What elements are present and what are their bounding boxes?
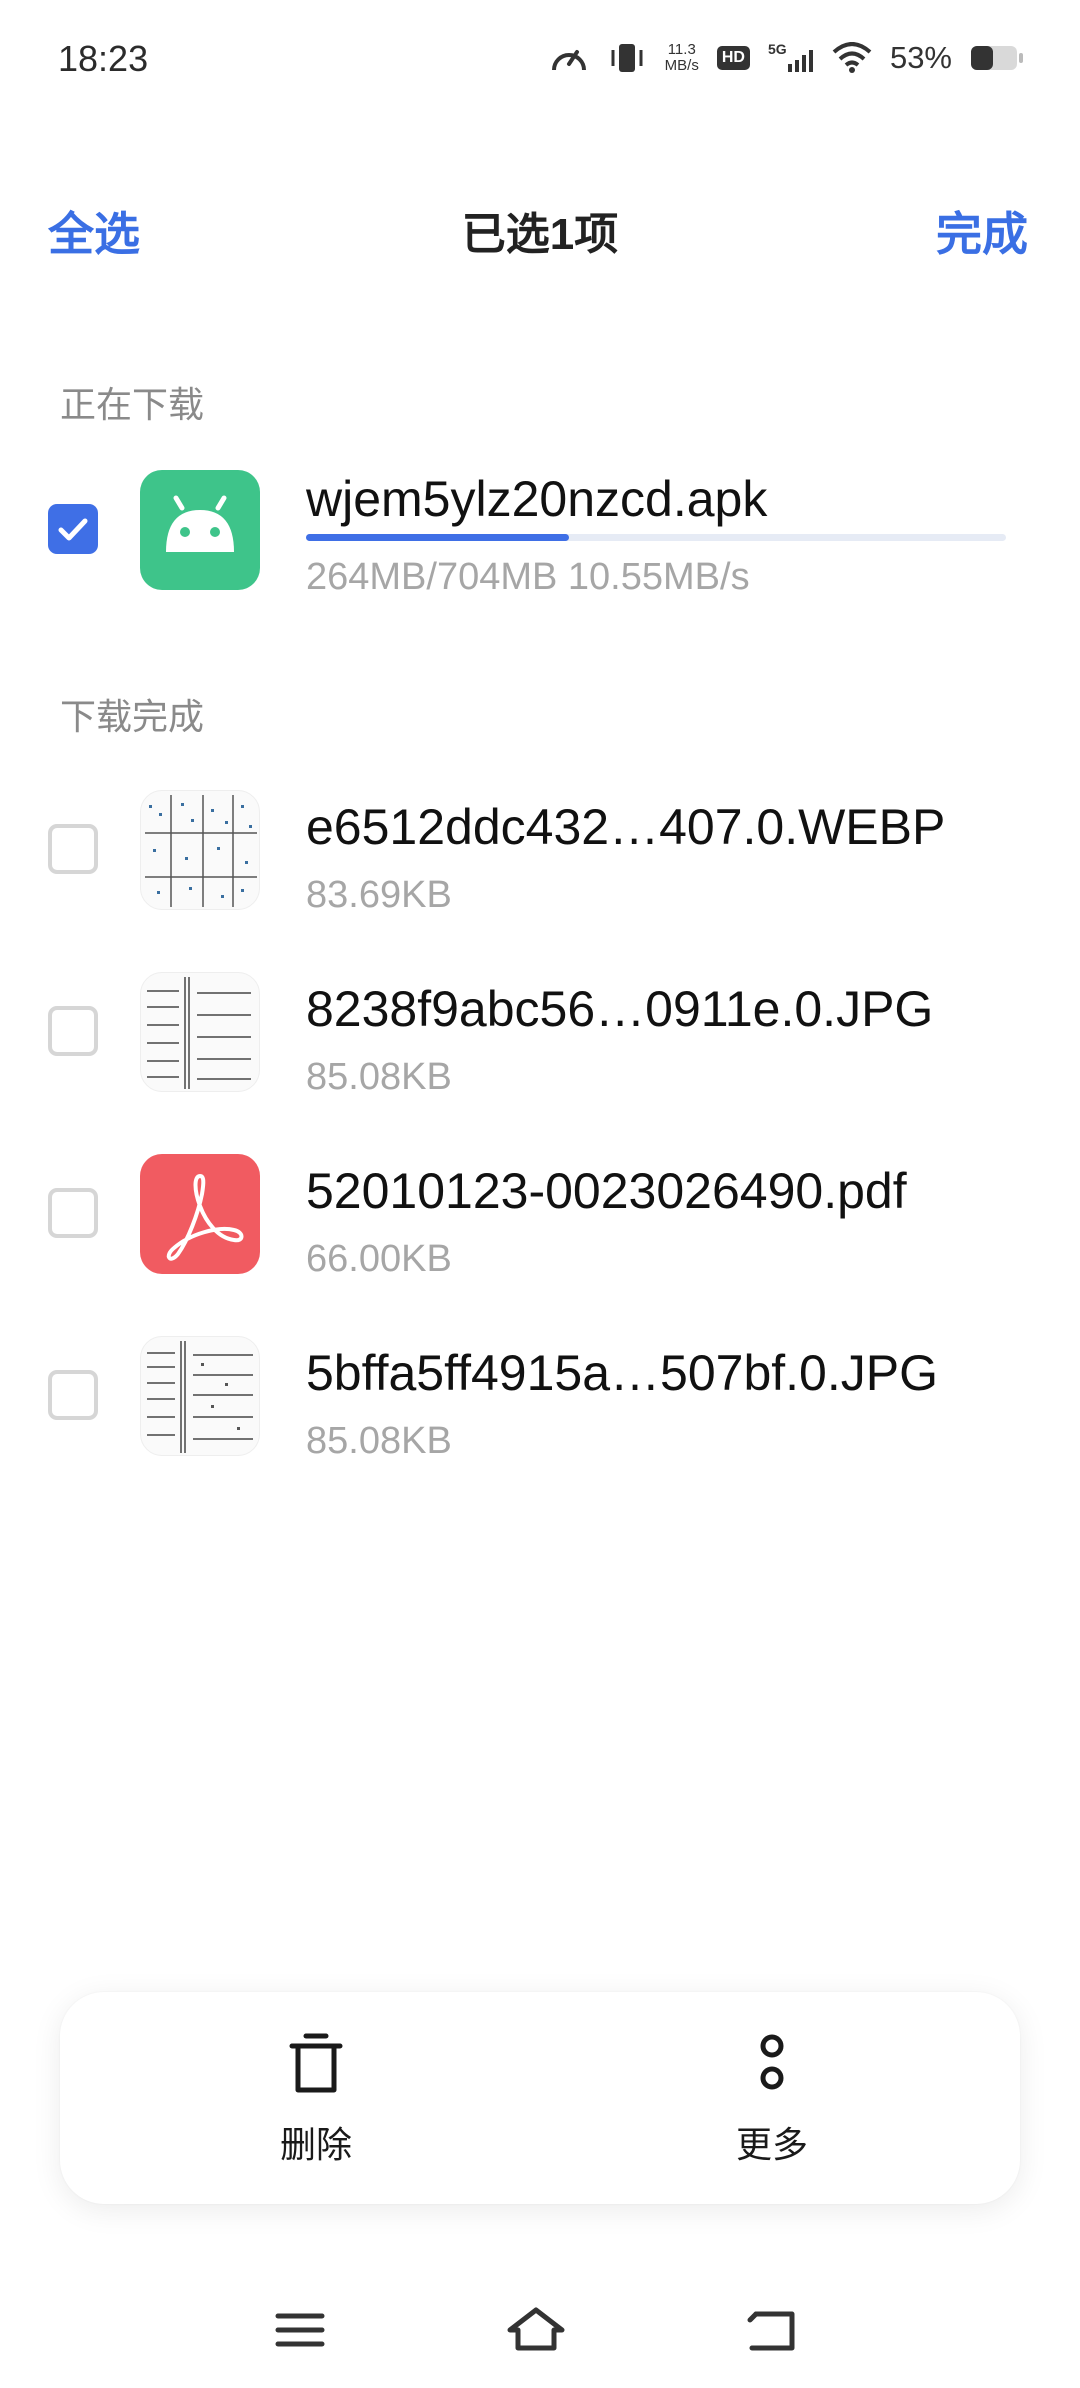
delete-button[interactable]: 删除 [216, 2032, 416, 2172]
file-size: 85.08KB [306, 1420, 452, 1462]
image-thumbnail [140, 1336, 260, 1456]
net-speed-unit: MB/s [664, 57, 699, 74]
file-name: 8238f9abc56…0911e.0.JPG [306, 981, 934, 1037]
bottom-action-bar: 删除 更多 [60, 1992, 1020, 2204]
status-bar: 18:23 11.3 MB/s HD 5G 53% [0, 0, 1080, 120]
page-title: 已选1项 [461, 210, 619, 259]
download-status: 264MB/704MB 10.55MB/s [306, 556, 750, 598]
android-app-icon [140, 470, 260, 590]
menu-icon[interactable] [270, 2300, 330, 2360]
download-progress-fill [306, 534, 569, 541]
trash-icon [286, 2032, 346, 2096]
file-list-item[interactable]: 8238f9abc56…0911e.0.JPG 85.08KB [0, 972, 1080, 1102]
file-name: e6512ddc432…407.0.WEBP [306, 799, 946, 855]
status-time: 18:23 [58, 38, 149, 79]
item-checkbox[interactable] [48, 1370, 98, 1420]
section-title-downloading: 正在下载 [60, 384, 205, 425]
network-speed: 11.3 MB/s [665, 42, 699, 74]
selection-header: 全选 已选1项 完成 [0, 180, 1080, 270]
pdf-icon [140, 1154, 260, 1274]
more-button[interactable]: 更多 [672, 2032, 872, 2172]
file-size: 85.08KB [306, 1056, 452, 1098]
battery-percent: 53% [889, 40, 952, 75]
more-label: 更多 [735, 2124, 808, 2165]
delete-label: 删除 [279, 2124, 352, 2165]
download-progress-bar [306, 534, 1006, 541]
svg-text:5G: 5G [768, 41, 787, 57]
wifi-icon [832, 42, 872, 74]
check-icon [58, 518, 88, 541]
speedometer-icon [549, 40, 589, 76]
home-icon[interactable] [506, 2300, 566, 2360]
file-name: 5bffa5ff4915a…507bf.0.JPG [306, 1345, 938, 1401]
item-checkbox[interactable] [48, 504, 98, 554]
download-item[interactable]: wjem5ylz20nzcd.apk 264MB/704MB 10.55MB/s [0, 470, 1080, 600]
battery-icon [970, 43, 1024, 73]
status-icons: 11.3 MB/s HD 5G 53% [549, 36, 1024, 80]
file-list-item[interactable]: 5bffa5ff4915a…507bf.0.JPG 85.08KB [0, 1336, 1080, 1466]
back-icon[interactable] [742, 2300, 802, 2360]
item-checkbox[interactable] [48, 1188, 98, 1238]
system-nav-bar [0, 2290, 1080, 2370]
done-button[interactable]: 完成 [936, 198, 1028, 264]
file-size: 83.69KB [306, 874, 452, 916]
item-checkbox[interactable] [48, 1006, 98, 1056]
image-thumbnail [140, 972, 260, 1092]
file-list-item[interactable]: 52010123-0023026490.pdf 66.00KB [0, 1154, 1080, 1284]
signal-5g-icon: 5G [768, 40, 814, 76]
vibrate-icon [607, 40, 647, 76]
file-name: 52010123-0023026490.pdf [306, 1163, 907, 1219]
hd-badge: HD [716, 46, 750, 70]
file-size: 66.00KB [306, 1238, 452, 1280]
item-checkbox[interactable] [48, 824, 98, 874]
net-speed-value: 11.3 [667, 41, 696, 58]
image-thumbnail [140, 790, 260, 910]
section-title-completed: 下载完成 [60, 696, 205, 737]
more-icon [742, 2032, 802, 2096]
file-name: wjem5ylz20nzcd.apk [306, 471, 768, 527]
file-list-item[interactable]: e6512ddc432…407.0.WEBP 83.69KB [0, 790, 1080, 920]
